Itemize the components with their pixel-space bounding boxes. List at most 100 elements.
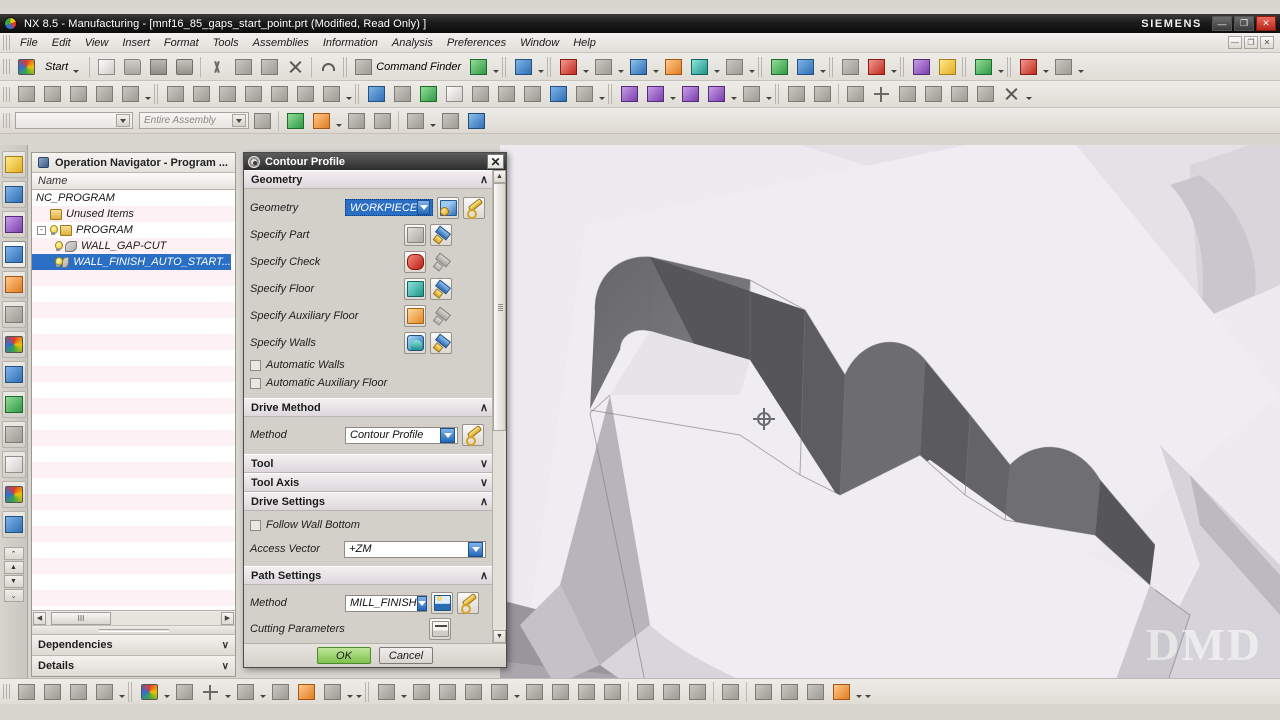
drive-method-combo[interactable]: Contour Profile: [345, 426, 458, 444]
reuse-library-icon[interactable]: [1, 301, 26, 328]
chevron-down-icon[interactable]: [616, 56, 625, 78]
cutting-parameters-button[interactable]: [429, 618, 451, 640]
pattern-feature-icon[interactable]: [487, 681, 511, 703]
chevron-down-icon[interactable]: ∨: [480, 457, 488, 470]
play-forward-icon[interactable]: [678, 83, 702, 105]
trim-body-icon[interactable]: [435, 681, 459, 703]
render-shaded-icon[interactable]: [718, 681, 742, 703]
expander-icon[interactable]: -: [37, 225, 46, 235]
render-style-icon[interactable]: [687, 56, 711, 78]
ok-button[interactable]: OK: [317, 647, 371, 664]
create-program-group-icon[interactable]: [92, 681, 116, 703]
visibility-icon[interactable]: [971, 56, 995, 78]
dialog-titlebar[interactable]: Contour Profile ✕: [244, 153, 506, 170]
chevron-down-icon[interactable]: [889, 56, 898, 78]
mdi-close-button[interactable]: ✕: [1260, 36, 1274, 49]
wcs-display-icon[interactable]: [864, 56, 888, 78]
shell-icon[interactable]: [409, 681, 433, 703]
web-browser-icon[interactable]: [1, 361, 26, 388]
transform-object-icon[interactable]: [293, 83, 317, 105]
group-header-tool[interactable]: Tool ∨: [244, 454, 492, 473]
show-hide-icon[interactable]: [935, 56, 959, 78]
specify-auxiliary-floor-button[interactable]: [404, 304, 426, 327]
ipw-icon[interactable]: [843, 83, 867, 105]
follow-wall-bottom-row[interactable]: Follow Wall Bottom: [250, 516, 486, 534]
dependencies-panel-header[interactable]: Dependencies ∨: [32, 634, 235, 655]
chevron-up-icon[interactable]: ∧: [480, 401, 488, 414]
table-row[interactable]: WALL_GAP-CUT: [32, 238, 235, 254]
edit-section-icon[interactable]: [793, 56, 817, 78]
delete-object-icon[interactable]: [267, 83, 291, 105]
chevron-down-icon[interactable]: [416, 595, 427, 611]
snap-intersection-icon[interactable]: [344, 110, 368, 132]
window-minimize-button[interactable]: —: [1212, 16, 1232, 31]
menu-format[interactable]: Format: [157, 35, 206, 51]
chevron-down-icon[interactable]: [712, 56, 721, 78]
cut-icon[interactable]: [205, 56, 229, 78]
edge-blend-icon[interactable]: [374, 681, 398, 703]
measure-angle-icon[interactable]: [777, 681, 801, 703]
search-feature-icon[interactable]: [895, 83, 919, 105]
start-menu-button[interactable]: Start: [39, 56, 86, 78]
group-header-tool-axis[interactable]: Tool Axis ∨: [244, 473, 492, 492]
feature-edit-icon[interactable]: [973, 83, 997, 105]
menubar-grip[interactable]: [3, 35, 10, 50]
paste-icon[interactable]: [257, 56, 281, 78]
part-navigator-icon[interactable]: [1, 211, 26, 238]
cancel-button[interactable]: Cancel: [379, 647, 433, 664]
type-filter-combo[interactable]: [15, 112, 133, 129]
list-toolpath-icon[interactable]: [442, 83, 466, 105]
scrollbar-thumb[interactable]: [493, 183, 506, 431]
chevron-down-icon[interactable]: [344, 83, 353, 105]
nx-logo-button[interactable]: [14, 56, 38, 78]
table-row[interactable]: WALL_FINISH_AUTO_START...: [32, 254, 231, 270]
select-part-button[interactable]: [430, 223, 452, 246]
chevron-down-icon[interactable]: [491, 56, 500, 78]
dialog-close-button[interactable]: ✕: [487, 154, 504, 169]
wave-geometry-icon[interactable]: [829, 681, 853, 703]
group-header-drive-settings[interactable]: Drive Settings ∧: [244, 492, 492, 511]
shop-docs-icon[interactable]: [494, 83, 518, 105]
divide-face-icon[interactable]: [600, 681, 624, 703]
workpiece-report-icon[interactable]: [546, 83, 570, 105]
part-library-icon[interactable]: [1, 331, 26, 358]
feature-group-icon[interactable]: [921, 83, 945, 105]
snap-point-icon[interactable]: [283, 110, 307, 132]
scrollbar-track[interactable]: III: [47, 611, 220, 625]
chevron-down-icon[interactable]: [116, 114, 130, 127]
snap-quadrant-icon[interactable]: [370, 110, 394, 132]
undo-icon[interactable]: [316, 56, 340, 78]
path-method-edit-button[interactable]: [457, 592, 479, 614]
system-materials-icon[interactable]: [1, 481, 26, 508]
create-geometry-group-icon[interactable]: [14, 681, 38, 703]
select-walls-button[interactable]: [430, 331, 452, 354]
clip-section-icon[interactable]: [767, 56, 791, 78]
create-tool-group-icon[interactable]: [40, 681, 64, 703]
scroll-down-button[interactable]: ▼: [3, 575, 24, 588]
copy-object-icon[interactable]: [215, 83, 239, 105]
specify-walls-button[interactable]: [404, 331, 426, 354]
offset-face-icon[interactable]: [548, 681, 572, 703]
menu-preferences[interactable]: Preferences: [440, 35, 513, 51]
specify-check-button[interactable]: [404, 250, 426, 273]
background-color-icon[interactable]: [722, 56, 746, 78]
chevron-down-icon[interactable]: ∨: [480, 476, 488, 489]
datum-plane-icon[interactable]: [233, 681, 257, 703]
menu-insert[interactable]: Insert: [115, 35, 157, 51]
automatic-walls-checkbox[interactable]: [250, 359, 261, 371]
menu-tools[interactable]: Tools: [206, 35, 246, 51]
scroll-right-button[interactable]: ▶: [221, 611, 234, 625]
chevron-down-icon[interactable]: ∨: [222, 661, 229, 672]
chevron-down-icon[interactable]: [71, 56, 80, 78]
select-check-button[interactable]: [430, 251, 452, 273]
object-tools-icon[interactable]: [319, 83, 343, 105]
sketch-curve-icon[interactable]: [172, 681, 196, 703]
menu-file[interactable]: File: [13, 35, 45, 51]
assembly-navigator-icon[interactable]: [1, 151, 26, 178]
chevron-down-icon[interactable]: [854, 681, 863, 703]
specify-part-button[interactable]: [404, 223, 426, 246]
paste-object-icon[interactable]: [241, 83, 265, 105]
chevron-down-icon[interactable]: [223, 681, 232, 703]
menu-help[interactable]: Help: [566, 35, 603, 51]
create-geometry-icon[interactable]: [14, 83, 38, 105]
